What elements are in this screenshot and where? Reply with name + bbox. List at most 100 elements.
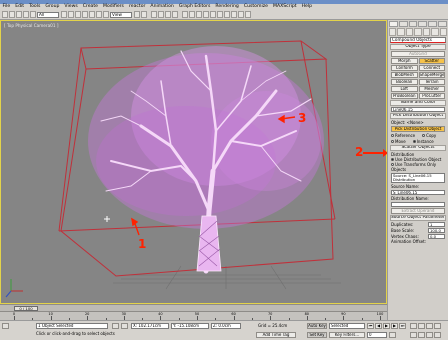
render-frame-icon[interactable] xyxy=(238,11,244,18)
vertex-chaos-value[interactable]: 0.0 xyxy=(428,234,445,239)
current-frame-field[interactable]: 0 xyxy=(367,332,387,338)
render-setup-icon[interactable] xyxy=(231,11,237,18)
space-warps-icon[interactable] xyxy=(431,28,439,36)
snap-toggle-icon[interactable] xyxy=(151,11,157,18)
procutter-button[interactable]: ProCutter xyxy=(418,93,445,99)
reference-coordinate-dropdown[interactable]: View xyxy=(110,11,132,18)
maximize-viewport-icon[interactable] xyxy=(434,332,441,338)
loft-button[interactable]: Loft xyxy=(391,86,418,92)
select-move-icon[interactable] xyxy=(89,11,95,18)
mesher-button[interactable]: Mesher xyxy=(418,86,445,92)
viewport-label[interactable]: [ Top Physical Camera01 ] xyxy=(4,23,58,28)
conform-button[interactable]: Conform xyxy=(391,65,418,71)
rollout-source-object-parameters[interactable]: Source Object Parameters xyxy=(390,215,446,221)
undo-icon[interactable] xyxy=(2,11,8,18)
auto-key-button[interactable]: Auto Key xyxy=(307,323,327,329)
morph-button[interactable]: Morph xyxy=(391,58,418,64)
y-coordinate-field[interactable]: Y: -15.108cm xyxy=(171,323,209,329)
tab-create[interactable] xyxy=(389,21,398,27)
source-name-field[interactable]: S_Line06.15 xyxy=(391,190,445,195)
rollout-pick-distribution[interactable]: Pick Distribution Object xyxy=(390,113,446,119)
maxscript-listener-icon[interactable] xyxy=(2,323,9,329)
pan-view-icon[interactable] xyxy=(418,332,425,338)
previous-frame-icon[interactable]: ◀ xyxy=(375,323,382,329)
absolute-mode-icon[interactable] xyxy=(121,323,128,329)
zoom-extents-all-icon[interactable] xyxy=(434,323,441,329)
object-category-dropdown[interactable]: Compound Objects xyxy=(390,37,446,43)
bind-space-warp-icon[interactable] xyxy=(30,11,36,18)
move-radio[interactable]: Move xyxy=(388,139,409,144)
proboolean-button[interactable]: ProBoolean xyxy=(391,93,418,99)
track-bar[interactable]: 0 10 20 30 40 50 60 70 80 90 100 xyxy=(0,311,387,320)
link-icon[interactable] xyxy=(16,11,22,18)
geometry-icon[interactable] xyxy=(389,28,397,36)
object-name-field[interactable]: Line06.15 xyxy=(391,107,445,112)
select-scale-icon[interactable] xyxy=(103,11,109,18)
tab-utilities[interactable] xyxy=(438,21,447,27)
rollout-name-and-color[interactable]: Name and Color xyxy=(390,100,446,106)
manipulate-icon[interactable] xyxy=(141,11,147,18)
extract-operand-button[interactable]: Extract Operand xyxy=(391,208,445,214)
autogrid-checkbox[interactable]: AutoGrid xyxy=(391,51,445,57)
select-by-name-icon[interactable] xyxy=(68,11,74,18)
named-selection-icon[interactable] xyxy=(182,11,188,18)
time-slider[interactable]: 0 / 100 xyxy=(0,304,387,311)
list-item[interactable]: Distribution xyxy=(393,177,444,182)
perspective-viewport[interactable]: 1 3 [ Top Physical Camera01 ] xyxy=(0,20,387,304)
systems-icon[interactable] xyxy=(439,28,447,36)
scatter-button[interactable]: Scatter xyxy=(418,58,445,64)
key-set-dropdown[interactable]: Selected xyxy=(329,323,365,329)
select-rotate-icon[interactable] xyxy=(96,11,102,18)
boolean-button[interactable]: Boolean xyxy=(391,79,418,85)
base-scale-spinner[interactable]: Base Scale: 100.0 xyxy=(388,228,448,233)
tab-hierarchy[interactable] xyxy=(408,21,418,27)
angle-snap-icon[interactable] xyxy=(158,11,164,18)
rollout-scatter-objects[interactable]: Scatter Objects xyxy=(390,145,446,151)
material-editor-icon[interactable] xyxy=(224,11,230,18)
selection-filter-dropdown[interactable]: All xyxy=(37,11,59,18)
tab-motion[interactable] xyxy=(418,21,428,27)
key-filters-button[interactable]: Key Filters... xyxy=(329,332,365,338)
base-scale-value[interactable]: 100.0 xyxy=(428,228,445,233)
unlink-icon[interactable] xyxy=(23,11,29,18)
copy-radio[interactable]: Copy xyxy=(419,133,439,138)
tab-display[interactable] xyxy=(428,21,438,27)
duplicates-spinner[interactable]: Duplicates: 1 xyxy=(388,222,448,227)
rollout-object-type[interactable]: Object Type xyxy=(390,44,446,50)
zoom-icon[interactable] xyxy=(410,323,417,329)
pivot-center-icon[interactable] xyxy=(134,11,140,18)
select-object-icon[interactable] xyxy=(61,11,67,18)
shapes-icon[interactable] xyxy=(397,28,405,36)
objects-list[interactable]: Source: S_Line06.15 Distribution xyxy=(391,173,445,183)
play-icon[interactable]: ▶ xyxy=(383,323,390,329)
go-to-start-icon[interactable]: ⏮ xyxy=(367,323,374,329)
window-crossing-icon[interactable] xyxy=(82,11,88,18)
rectangular-selection-icon[interactable] xyxy=(75,11,81,18)
pick-distribution-button[interactable]: Pick Distribution Object xyxy=(391,126,445,132)
shapemerge-button[interactable]: ShapeMerge xyxy=(418,72,445,78)
lights-icon[interactable] xyxy=(405,28,414,36)
schematic-view-icon[interactable] xyxy=(217,11,223,18)
instance-radio[interactable]: Instance xyxy=(410,139,437,144)
lock-selection-icon[interactable] xyxy=(112,323,119,329)
field-of-view-icon[interactable] xyxy=(410,332,417,338)
z-coordinate-field[interactable]: Z: 0.0cm xyxy=(211,323,241,329)
next-frame-icon[interactable]: ▶ xyxy=(391,323,398,329)
spinner-snap-icon[interactable] xyxy=(172,11,178,18)
helpers-icon[interactable] xyxy=(422,28,431,36)
time-configuration-icon[interactable] xyxy=(389,332,396,338)
zoom-extents-icon[interactable] xyxy=(426,323,433,329)
mirror-icon[interactable] xyxy=(189,11,195,18)
x-coordinate-field[interactable]: X: 102.171cm xyxy=(131,323,169,329)
duplicates-value[interactable]: 1 xyxy=(428,222,445,227)
quick-render-icon[interactable] xyxy=(245,11,251,18)
go-to-end-icon[interactable]: ⏭ xyxy=(399,323,406,329)
distribution-name-field[interactable] xyxy=(391,202,445,207)
align-icon[interactable] xyxy=(196,11,202,18)
tab-modify[interactable] xyxy=(398,21,408,27)
connect-button[interactable]: Connect xyxy=(418,65,445,71)
blobmesh-button[interactable]: BlobMesh xyxy=(391,72,418,78)
percent-snap-icon[interactable] xyxy=(165,11,171,18)
add-time-tag-button[interactable]: Add Time Tag xyxy=(256,332,296,338)
redo-icon[interactable] xyxy=(9,11,15,18)
